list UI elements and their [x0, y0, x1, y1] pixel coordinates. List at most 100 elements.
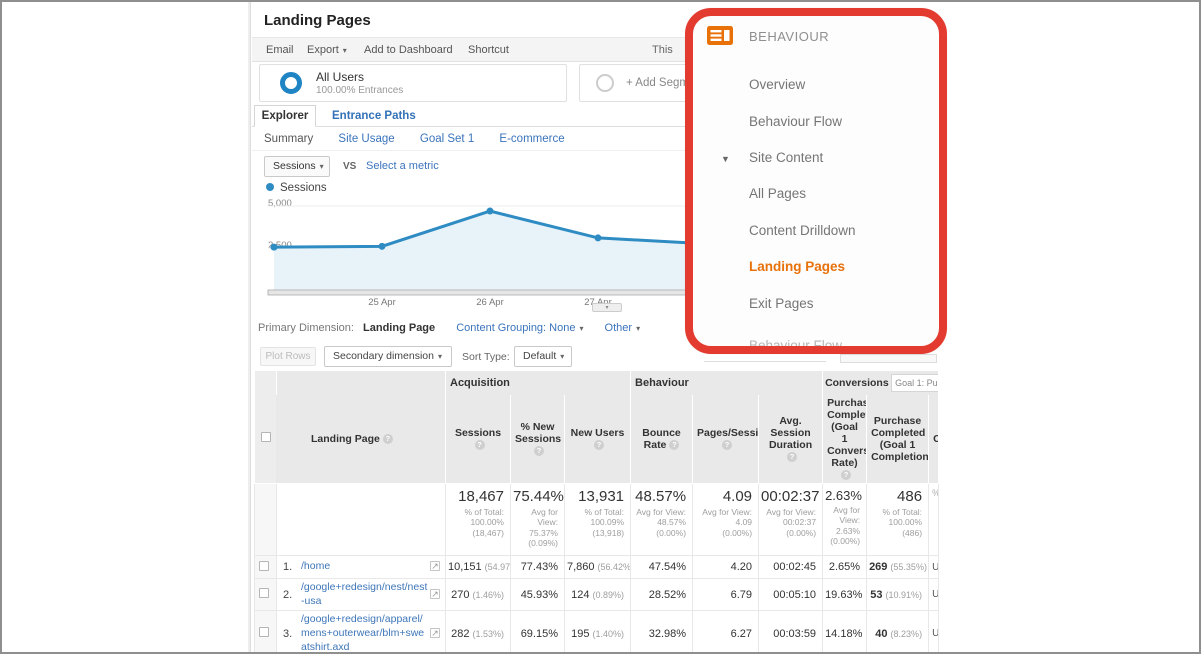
row-checkbox-cell[interactable]: [255, 579, 277, 611]
column-cut-off: Con: [929, 395, 939, 484]
menu-item-content-drilldown[interactable]: Content Drilldown: [749, 223, 856, 238]
date-range-fragment: This: [652, 44, 673, 56]
sessions-chart-svg: [254, 194, 687, 314]
conv-rate-cell: 19.63%: [823, 579, 867, 611]
x-axis-tick: 25 Apr: [362, 297, 402, 308]
vs-label: VS: [343, 161, 356, 172]
secondary-dimension-dropdown[interactable]: Secondary dimension: [324, 346, 452, 367]
open-page-icon[interactable]: [430, 589, 440, 599]
screenshot-frame: Landing Pages Email Export Add to Dashbo…: [0, 0, 1201, 654]
landing-page-link[interactable]: /google+redesign/nest/nest-usa: [301, 581, 429, 608]
help-icon[interactable]: [383, 434, 393, 444]
subnav-goal-set-1[interactable]: Goal Set 1: [420, 133, 474, 145]
column-purchase-completions[interactable]: Purchase Completed (Goal 1 Completions): [867, 395, 929, 484]
help-icon[interactable]: [669, 440, 679, 450]
column-bounce-rate[interactable]: Bounce Rate: [631, 395, 693, 484]
subnav-site-usage[interactable]: Site Usage: [338, 133, 394, 145]
segment-all-users[interactable]: All Users 100.00% Entrances: [259, 64, 567, 102]
behaviour-menu-header[interactable]: BEHAVIOUR: [693, 16, 939, 56]
group-header-acquisition: Acquisition: [446, 371, 631, 395]
column-new-users[interactable]: New Users: [565, 395, 631, 484]
content-grouping-dropdown[interactable]: Content Grouping: None: [456, 322, 583, 334]
add-to-dashboard-button[interactable]: Add to Dashboard: [364, 44, 453, 56]
menu-item-landing-pages[interactable]: Landing Pages: [749, 259, 845, 274]
totals-pct-new: 75.44%Avg for View: 75.37% (0.09%): [511, 483, 565, 556]
table-view-buttons-sliver[interactable]: [840, 354, 937, 363]
row-checkbox-cell[interactable]: [255, 556, 277, 579]
open-page-icon[interactable]: [430, 561, 440, 571]
sort-type-label: Sort Type:: [462, 351, 510, 363]
site-content-expand-icon[interactable]: ▼: [721, 154, 730, 164]
totals-cut-off: %: [929, 483, 939, 556]
column-purchase-conv-rate[interactable]: Purchase Completed (Goal 1 Conversion Ra…: [823, 395, 867, 484]
tab-entrance-paths[interactable]: Entrance Paths: [332, 110, 416, 122]
primary-dimension-row: Primary Dimension: Landing Page Content …: [258, 322, 640, 334]
landing-page-link[interactable]: /google+redesign/apparel/mens+outerwear/…: [301, 613, 429, 654]
table-search-sliver[interactable]: [704, 355, 826, 362]
totals-bounce: 48.57%Avg for View: 48.57% (0.00%): [631, 483, 693, 556]
totals-landing-page: [277, 483, 446, 556]
help-icon[interactable]: [594, 440, 604, 450]
row-checkbox-cell[interactable]: [255, 611, 277, 654]
menu-item-behaviour-flow-2[interactable]: Behaviour Flow: [749, 338, 842, 353]
menu-item-all-pages[interactable]: All Pages: [749, 186, 806, 201]
help-icon[interactable]: [841, 470, 851, 480]
menu-item-behaviour-flow[interactable]: Behaviour Flow: [749, 114, 842, 129]
help-icon[interactable]: [534, 446, 544, 456]
table-row: 2./google+redesign/nest/nest-usa270(1.46…: [255, 579, 939, 611]
help-icon[interactable]: [787, 452, 797, 462]
select-all-checkbox[interactable]: [261, 432, 271, 442]
group-header-conversions: Conversions Goal 1: Purchase Comp: [823, 371, 939, 395]
menu-item-overview[interactable]: Overview: [749, 77, 805, 92]
row-checkbox[interactable]: [259, 627, 269, 637]
column-pct-new-sessions[interactable]: % New Sessions: [511, 395, 565, 484]
behaviour-menu-overlay: BEHAVIOUR ▼ Overview Behaviour Flow Site…: [685, 8, 947, 354]
select-all-header[interactable]: [255, 395, 277, 484]
add-segment-circle-icon: [596, 74, 614, 92]
column-landing-page[interactable]: Landing Page: [277, 395, 446, 484]
totals-pages: 4.09Avg for View: 4.09 (0.00%): [693, 483, 759, 556]
table-column-header-row: Landing Page Sessions % New Sessions New…: [255, 395, 939, 484]
goal-selector-dropdown[interactable]: Goal 1: Purchase Comp: [891, 374, 939, 392]
column-pages-session[interactable]: Pages/Session: [693, 395, 759, 484]
shortcut-button[interactable]: Shortcut: [468, 44, 509, 56]
menu-item-site-content[interactable]: Site Content: [749, 150, 823, 165]
subnav-summary[interactable]: Summary: [264, 133, 313, 145]
table-row: 3./google+redesign/apparel/mens+outerwea…: [255, 611, 939, 654]
email-button[interactable]: Email: [266, 44, 294, 56]
open-page-icon[interactable]: [430, 628, 440, 638]
pages-session-cell: 4.20: [693, 556, 759, 579]
row-index: 3.: [283, 628, 301, 640]
chart-legend: Sessions: [266, 182, 327, 194]
column-avg-session-duration[interactable]: Avg. Session Duration: [759, 395, 823, 484]
row-checkbox[interactable]: [259, 561, 269, 571]
select-a-metric-link[interactable]: Select a metric: [366, 160, 439, 172]
sort-type-dropdown[interactable]: Default: [514, 346, 572, 367]
table-group-header-row: Acquisition Behaviour Conversions Goal 1…: [255, 371, 939, 395]
duration-cell: 00:03:59: [759, 611, 823, 654]
column-sessions[interactable]: Sessions: [446, 395, 511, 484]
landing-page-link[interactable]: /home: [301, 560, 330, 574]
row-index: 1.: [283, 561, 301, 573]
segment-title: All Users: [316, 70, 364, 84]
tab-explorer[interactable]: Explorer: [254, 105, 316, 127]
row-checkbox[interactable]: [259, 588, 269, 598]
table-totals-row: 18,467% of Total: 100.00% (18,467) 75.44…: [255, 483, 939, 556]
help-icon[interactable]: [722, 440, 732, 450]
export-dropdown[interactable]: Export: [307, 44, 347, 56]
timeline-scale-control[interactable]: ▾: [592, 303, 622, 312]
segment-donut-icon: [280, 72, 302, 94]
help-icon[interactable]: [475, 440, 485, 450]
row-index: 2.: [283, 589, 301, 601]
primary-dimension-value[interactable]: Landing Page: [363, 322, 435, 334]
subnav-ecommerce[interactable]: E-commerce: [499, 133, 564, 145]
completions-cell: 269(55.35%): [867, 556, 929, 579]
plot-rows-button[interactable]: Plot Rows: [260, 347, 316, 366]
metric-selector-dropdown[interactable]: Sessions: [264, 156, 330, 177]
totals-duration: 00:02:37Avg for View: 00:02:37 (0.00%): [759, 483, 823, 556]
menu-item-exit-pages[interactable]: Exit Pages: [749, 296, 814, 311]
landing-page-cell: 1./home: [277, 556, 446, 579]
other-dimension-dropdown[interactable]: Other: [605, 322, 641, 334]
landing-page-cell: 3./google+redesign/apparel/mens+outerwea…: [277, 611, 446, 654]
currency-cut-cell: US$: [929, 611, 939, 654]
